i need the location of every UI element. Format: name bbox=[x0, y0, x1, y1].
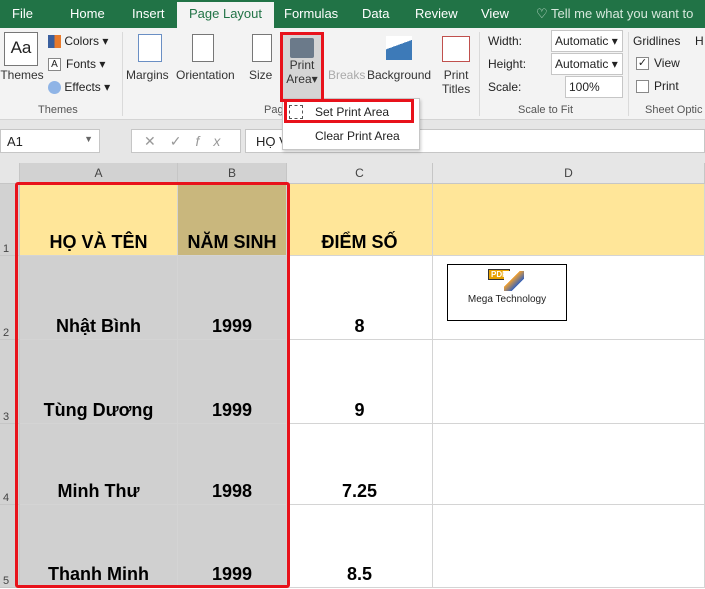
select-all[interactable] bbox=[0, 163, 20, 184]
margins-icon bbox=[138, 34, 162, 62]
effects-icon bbox=[48, 81, 61, 95]
themes-group-label: Themes bbox=[38, 104, 78, 116]
gridlines-print-checkbox[interactable]: Print bbox=[636, 79, 679, 94]
cell-c1[interactable]: ĐIỂM SỐ bbox=[287, 184, 433, 256]
width-label: Width: bbox=[488, 34, 523, 48]
themes-button[interactable]: Themes bbox=[0, 68, 44, 82]
tab-page-layout[interactable]: Page Layout bbox=[177, 2, 275, 28]
orientation-icon bbox=[192, 34, 214, 62]
cell-d4[interactable] bbox=[433, 424, 705, 505]
page-setup-group-label: Pag bbox=[264, 104, 284, 116]
orientation-button[interactable]: Orientation bbox=[176, 68, 235, 82]
breaks-button[interactable]: Breaks bbox=[328, 68, 365, 82]
gridlines-view-checkbox[interactable]: ✓ View bbox=[636, 56, 680, 71]
print-area-selection-highlight bbox=[15, 182, 290, 588]
colors-button[interactable]: Colors ▾ bbox=[48, 34, 108, 49]
column-header-b[interactable]: B bbox=[178, 163, 287, 184]
checkmark-icon: ✓ bbox=[636, 57, 649, 71]
column-header-a[interactable]: A bbox=[20, 163, 178, 184]
tab-data[interactable]: Data bbox=[362, 0, 389, 28]
cancel-icon[interactable]: ✕ bbox=[144, 133, 170, 149]
print-area-highlight bbox=[280, 32, 324, 102]
scale-label: Scale: bbox=[488, 80, 522, 94]
lightbulb-icon: ♡ bbox=[536, 6, 552, 21]
sheet-options-group-label: Sheet Optic bbox=[645, 104, 703, 116]
gridlines-label: Gridlines bbox=[633, 34, 681, 48]
size-button[interactable]: Size bbox=[249, 68, 272, 82]
tab-home[interactable]: Home bbox=[70, 0, 105, 28]
headings-label: H bbox=[695, 34, 704, 48]
cell-d5[interactable] bbox=[433, 505, 705, 588]
name-box[interactable]: A1 ▼ bbox=[0, 129, 100, 153]
margins-button[interactable]: Margins bbox=[126, 68, 169, 82]
colors-icon bbox=[48, 35, 61, 49]
height-label: Height: bbox=[488, 57, 527, 71]
fonts-icon: A bbox=[48, 58, 61, 72]
cell-c2[interactable]: 8 bbox=[287, 256, 433, 340]
enter-icon[interactable]: ✓ bbox=[170, 133, 196, 149]
set-print-area-highlight bbox=[284, 99, 414, 123]
tab-review[interactable]: Review bbox=[415, 0, 458, 28]
pdf-icon: PDF bbox=[488, 269, 526, 291]
tab-insert[interactable]: Insert bbox=[132, 0, 165, 28]
tab-formulas[interactable]: Formulas bbox=[284, 0, 338, 28]
fonts-button[interactable]: A Fonts ▾ bbox=[48, 57, 105, 72]
cell-c3[interactable]: 9 bbox=[287, 340, 433, 424]
function-icon[interactable]: fx bbox=[195, 133, 234, 149]
background-button[interactable]: Background bbox=[367, 68, 431, 82]
background-icon bbox=[386, 36, 412, 60]
scale-group-label: Scale to Fit bbox=[518, 104, 574, 116]
cell-c4[interactable]: 7.25 bbox=[287, 424, 433, 505]
tab-view[interactable]: View bbox=[481, 0, 509, 28]
cell-d3[interactable] bbox=[433, 340, 705, 424]
column-header-c[interactable]: C bbox=[287, 163, 433, 184]
formula-buttons: ✕✓fx bbox=[131, 129, 241, 153]
column-header-d[interactable]: D bbox=[433, 163, 705, 184]
height-dropdown[interactable]: Automatic ▾ bbox=[551, 53, 623, 75]
width-dropdown[interactable]: Automatic ▾ bbox=[551, 30, 623, 52]
clear-print-area-item[interactable]: Clear Print Area bbox=[315, 129, 400, 143]
themes-icon: Aa bbox=[4, 32, 38, 66]
cell-c5[interactable]: 8.5 bbox=[287, 505, 433, 588]
size-icon bbox=[252, 34, 272, 62]
print-titles-button[interactable]: Print Titles bbox=[442, 68, 470, 96]
cell-d1[interactable] bbox=[433, 184, 705, 256]
tell-me-search[interactable]: ♡ Tell me what you want to do... bbox=[536, 0, 705, 49]
print-titles-icon bbox=[442, 36, 470, 62]
scale-spinner[interactable]: 100% bbox=[565, 76, 623, 98]
effects-button[interactable]: Effects ▾ bbox=[48, 80, 110, 95]
tab-file[interactable]: File bbox=[12, 0, 33, 28]
mega-technology-logo[interactable]: PDF Mega Technology bbox=[447, 264, 567, 321]
ribbon-tabs: File Home Insert Page Layout Formulas Da… bbox=[0, 0, 705, 49]
